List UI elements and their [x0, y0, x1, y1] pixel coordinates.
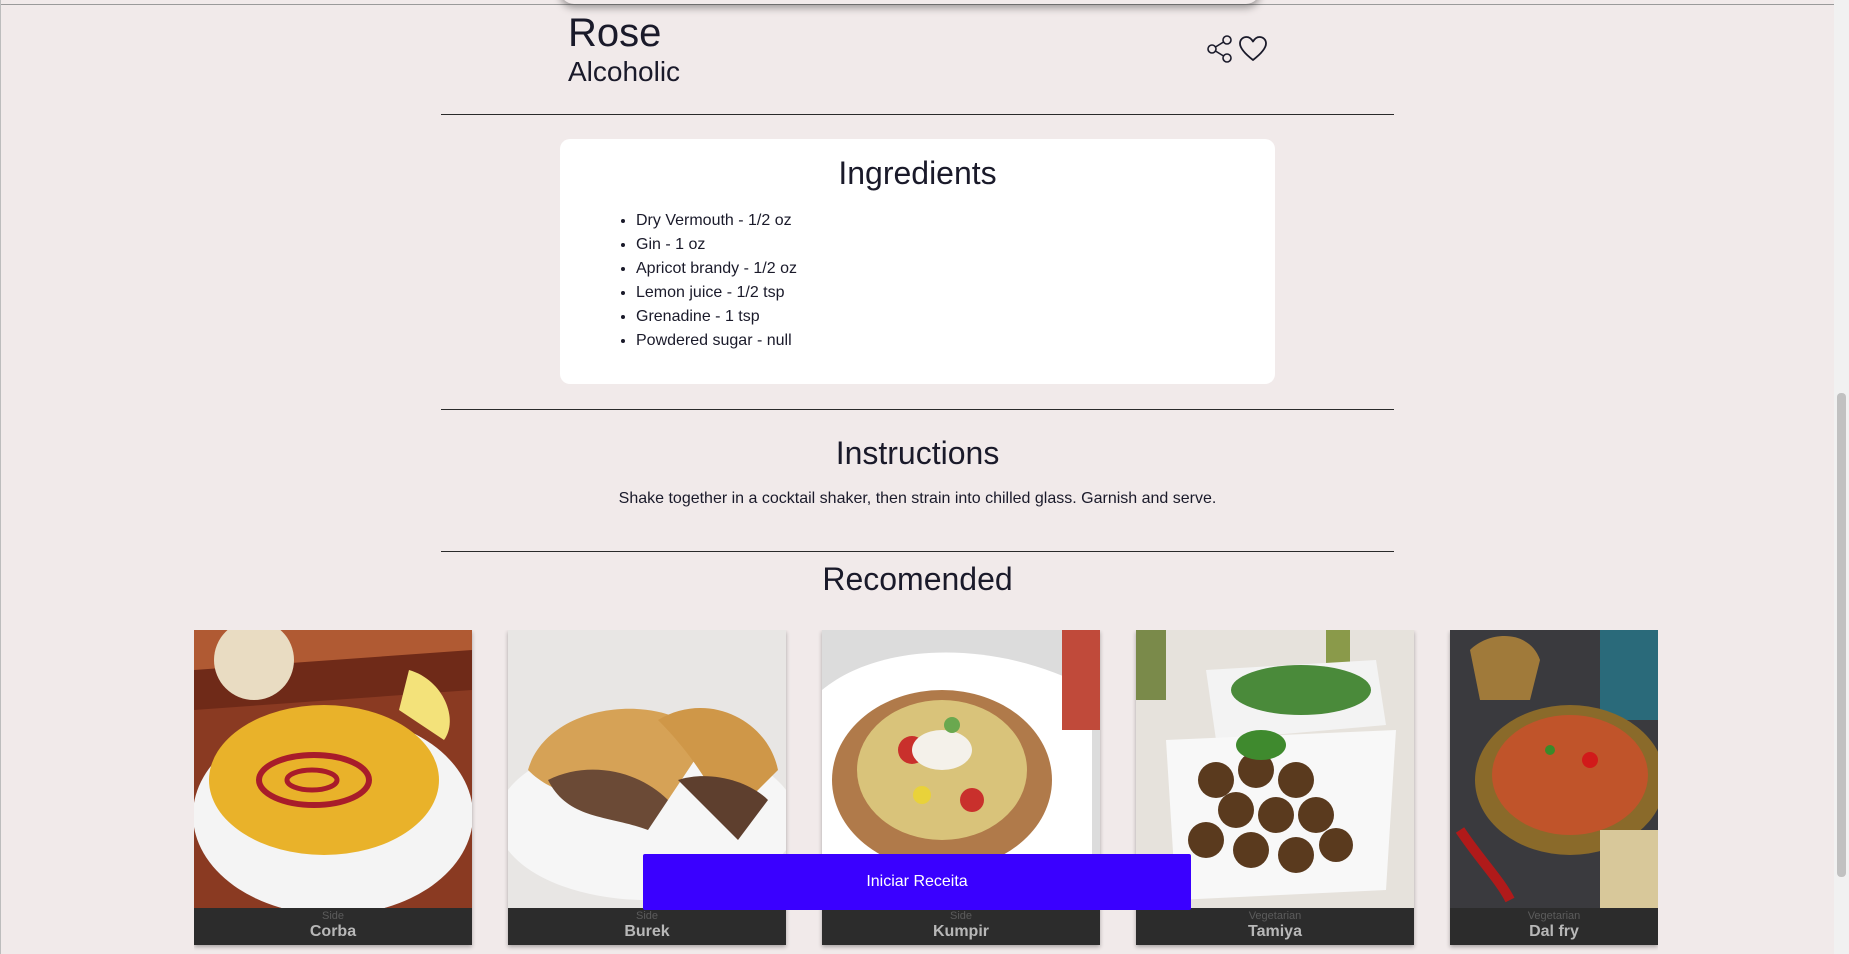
card-name: Tamiya [1248, 923, 1302, 940]
card-caption: Side Kumpir [822, 908, 1100, 945]
ingredient-item: Dry Vermouth - 1/2 oz [636, 209, 797, 233]
ingredient-item: Lemon juice - 1/2 tsp [636, 281, 797, 305]
card-caption: Vegetarian Dal fry [1450, 908, 1658, 945]
recipe-title: Rose [568, 11, 662, 55]
divider-instructions [441, 551, 1394, 552]
ingredient-item: Powdered sugar - null [636, 329, 797, 353]
card-name: Dal fry [1529, 923, 1579, 940]
recipe-category: Alcoholic [568, 56, 681, 87]
share-button[interactable] [1205, 34, 1235, 64]
divider-top [441, 114, 1394, 115]
card-caption: Vegetarian Tamiya [1136, 908, 1414, 945]
card-name: Corba [309, 923, 357, 940]
recommended-heading: Recomended [822, 561, 1013, 597]
recipe-details-page: Rose Alcoholic Ingredients Dry Vermouth … [0, 0, 1849, 954]
card-name: Burek [624, 923, 670, 940]
heart-outline-icon [1239, 36, 1267, 61]
ingredients-list: Dry Vermouth - 1/2 oz Gin - 1 oz Apricot… [616, 209, 797, 353]
card-name: Kumpir [933, 923, 989, 940]
ingredient-item: Apricot brandy - 1/2 oz [636, 257, 797, 281]
corba-image [194, 630, 472, 908]
start-recipe-button[interactable]: Iniciar Receita [643, 854, 1191, 910]
ingredients-heading: Ingredients [838, 155, 997, 191]
card-category: Vegetarian [1248, 910, 1302, 922]
recommended-card-corba[interactable]: Side Corba [194, 630, 472, 945]
card-caption: Side Corba [194, 908, 472, 945]
favorite-button[interactable] [1238, 34, 1268, 64]
card-category: Vegetarian [1527, 910, 1581, 922]
ingredients-card: Ingredients Dry Vermouth - 1/2 oz Gin - … [560, 139, 1275, 384]
recommended-card-dal-fry[interactable]: Vegetarian Dal fry [1450, 630, 1658, 945]
card-category: Side [949, 910, 973, 922]
scrollbar-thumb[interactable] [1837, 393, 1846, 877]
instructions-text: Shake together in a cocktail shaker, the… [618, 490, 1217, 507]
instructions-heading: Instructions [835, 435, 1000, 471]
share-icon [1207, 35, 1232, 63]
recipe-image-bottom-edge [560, 0, 1260, 4]
ingredient-item: Gin - 1 oz [636, 233, 797, 257]
left-edge-divider [0, 0, 1, 954]
card-category: Side [635, 910, 659, 922]
dal-fry-image [1450, 630, 1658, 908]
ingredient-item: Grenadine - 1 tsp [636, 305, 797, 329]
card-category: Side [321, 910, 345, 922]
card-caption: Side Burek [508, 908, 786, 945]
divider-ingredients [441, 409, 1394, 410]
